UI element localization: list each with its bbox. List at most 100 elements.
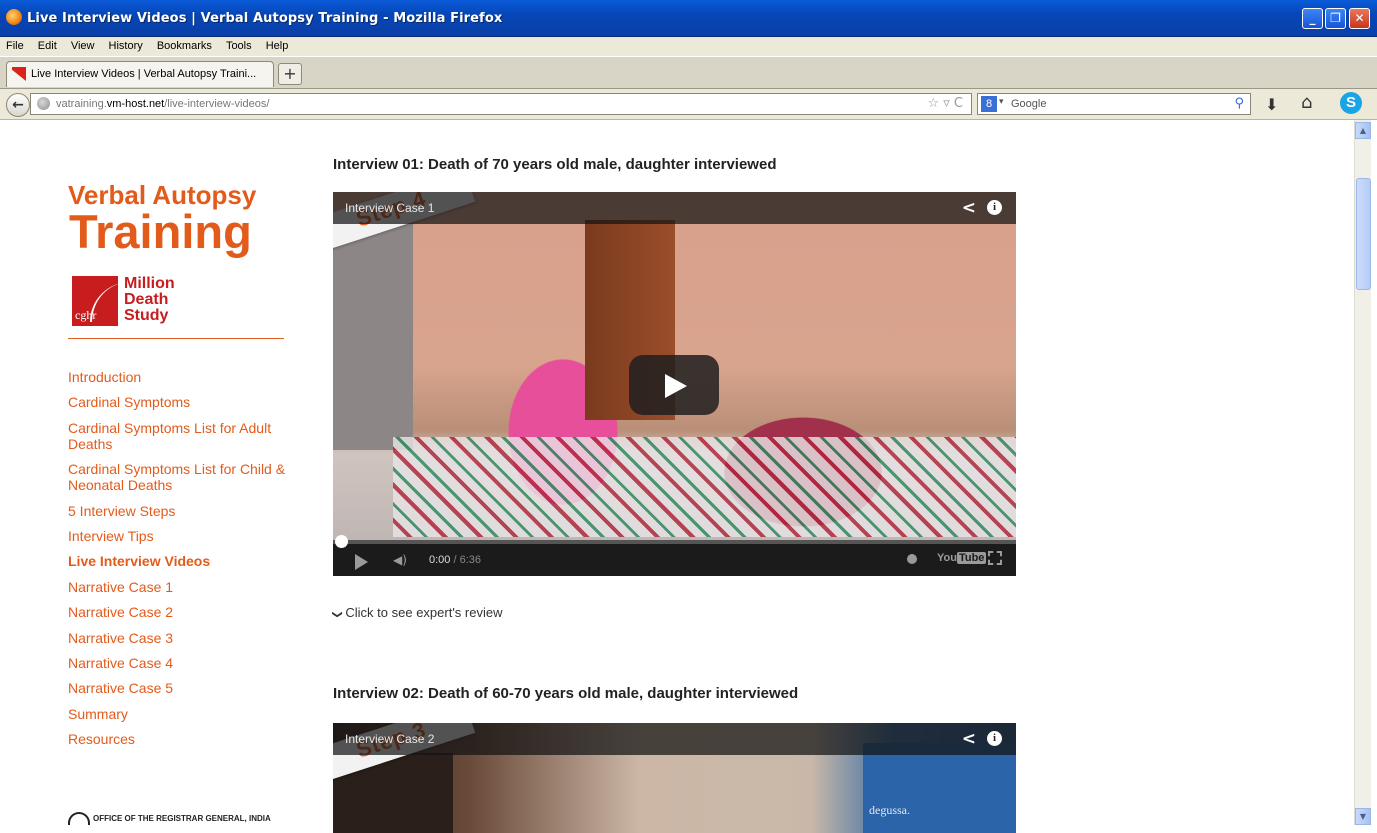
expert-review-toggle[interactable]: ❯ Click to see expert's review [331, 605, 503, 620]
chevron-down-icon: ❯ [331, 610, 343, 619]
skype-icon[interactable]: S [1340, 92, 1362, 114]
site-favicon-icon [12, 67, 26, 81]
barrel-text: degussa. [869, 803, 910, 817]
mds-line: Million [124, 275, 175, 292]
video-title[interactable]: Interview Case 2 [345, 732, 434, 746]
maximize-button[interactable]: ❐ [1325, 8, 1346, 29]
logo-divider [68, 338, 284, 339]
time-total: / 6:36 [453, 554, 482, 566]
cghr-logo: cghr [72, 276, 118, 326]
logo-title-line2[interactable]: Training [69, 208, 252, 255]
play-button[interactable] [629, 355, 719, 415]
video-player[interactable]: degussa. Step 3 Interview Case 2 < i [333, 723, 1016, 833]
scroll-thumb[interactable] [1356, 178, 1371, 290]
nav-5-interview-steps[interactable]: 5 Interview Steps [68, 503, 298, 519]
search-bar[interactable]: 8 ▾ Google ⚲ [977, 93, 1251, 115]
million-death-study-logo: Million Death Study [124, 276, 175, 324]
fullscreen-icon[interactable] [988, 551, 1002, 565]
video-scene-wall [333, 220, 413, 450]
nav-live-interview-videos[interactable]: Live Interview Videos [68, 553, 298, 569]
nav-cardinal-symptoms-adult[interactable]: Cardinal Symptoms List for Adult Deaths [68, 420, 298, 452]
mds-line: Death [124, 291, 169, 308]
nav-narrative-case-5[interactable]: Narrative Case 5 [68, 680, 298, 696]
google-plus-icon[interactable]: 8 [981, 96, 997, 112]
control-play-icon[interactable] [355, 554, 368, 570]
download-icon[interactable]: ⬇ [1265, 95, 1278, 114]
share-icon[interactable]: < [962, 729, 976, 749]
registrar-emblem-icon [68, 812, 90, 825]
video-topbar: Interview Case 2 < i [333, 723, 1016, 755]
info-icon[interactable]: i [987, 200, 1002, 215]
search-icon[interactable]: ⚲ [1234, 96, 1244, 111]
youtube-tube: Tube [956, 552, 987, 564]
nav-introduction[interactable]: Introduction [68, 369, 298, 385]
video-scene-mat [393, 437, 1016, 537]
menu-bar: File Edit View History Bookmarks Tools H… [0, 37, 1377, 56]
info-icon[interactable]: i [987, 731, 1002, 746]
bookmark-star-reload-icon[interactable]: ☆ ▿ C [927, 96, 963, 111]
video-controls: ◀) 0:00 / 6:36 You Tube [333, 535, 1016, 576]
tab-strip: Live Interview Videos | Verbal Autopsy T… [0, 57, 1377, 89]
search-input[interactable]: Google [1011, 98, 1046, 110]
menu-edit[interactable]: Edit [38, 37, 57, 56]
nav-narrative-case-2[interactable]: Narrative Case 2 [68, 604, 298, 620]
firefox-icon [6, 9, 22, 25]
interview-title: Interview 02: Death of 60-70 years old m… [333, 685, 799, 702]
youtube-logo-icon[interactable]: You Tube [937, 552, 987, 564]
menu-view[interactable]: View [71, 37, 95, 56]
video-scene-barrel [863, 743, 1016, 833]
menu-history[interactable]: History [109, 37, 143, 56]
engine-dropdown-icon[interactable]: ▾ [999, 97, 1004, 107]
address-bar[interactable]: vatraining.vm-host.net/live-interview-vi… [30, 93, 972, 115]
expert-review-label: Click to see expert's review [345, 605, 503, 620]
back-button[interactable]: ← [6, 93, 30, 117]
globe-icon [37, 97, 50, 110]
menu-file[interactable]: File [6, 37, 24, 56]
video-player[interactable]: Step 4 Interview Case 1 < i ◀) 0:00 / 6:… [333, 192, 1016, 576]
interview-title: Interview 01: Death of 70 years old male… [333, 156, 777, 173]
share-icon[interactable]: < [962, 198, 976, 218]
video-title[interactable]: Interview Case 1 [345, 201, 434, 215]
nav-interview-tips[interactable]: Interview Tips [68, 528, 298, 544]
tab-label: Live Interview Videos | Verbal Autopsy T… [31, 68, 257, 80]
tab-live-interview-videos[interactable]: Live Interview Videos | Verbal Autopsy T… [6, 61, 274, 87]
play-icon [665, 374, 687, 398]
url-text: vatraining.vm-host.net/live-interview-vi… [56, 98, 269, 110]
cghr-logo-text: cghr [75, 308, 97, 322]
menu-bookmarks[interactable]: Bookmarks [157, 37, 212, 56]
menu-help[interactable]: Help [266, 37, 289, 56]
url-domain: vm-host.net [106, 98, 165, 110]
window-titlebar: Live Interview Videos | Verbal Autopsy T… [0, 0, 1377, 37]
watch-later-icon[interactable] [907, 554, 917, 564]
nav-narrative-case-4[interactable]: Narrative Case 4 [68, 655, 298, 671]
menu-tools[interactable]: Tools [226, 37, 252, 56]
volume-icon[interactable]: ◀) [393, 553, 407, 567]
home-icon[interactable]: ⌂ [1301, 92, 1312, 113]
nav-resources[interactable]: Resources [68, 731, 298, 747]
progress-knob[interactable] [335, 535, 348, 548]
back-arrow-icon: ← [12, 97, 24, 113]
sidebar-nav: Introduction Cardinal Symptoms Cardinal … [68, 369, 298, 756]
nav-narrative-case-1[interactable]: Narrative Case 1 [68, 579, 298, 595]
time-current: 0:00 [429, 554, 451, 566]
nav-cardinal-symptoms[interactable]: Cardinal Symptoms [68, 394, 298, 410]
url-path: /live-interview-videos/ [164, 98, 270, 110]
registrar-general-logo: OFFICE OF THE REGISTRAR GENERAL, INDIA [68, 812, 271, 825]
video-topbar: Interview Case 1 < i [333, 192, 1016, 224]
video-time: 0:00 / 6:36 [429, 554, 481, 566]
registrar-logo-text: OFFICE OF THE REGISTRAR GENERAL, INDIA [93, 814, 271, 823]
nav-summary[interactable]: Summary [68, 706, 298, 722]
youtube-you: You [937, 552, 957, 564]
scroll-down-button[interactable]: ▼ [1355, 808, 1371, 825]
navigation-toolbar: ← vatraining.vm-host.net/live-interview-… [0, 89, 1377, 120]
new-tab-button[interactable]: + [278, 63, 302, 85]
vertical-scrollbar[interactable]: ▲ ▼ [1354, 120, 1371, 825]
mds-line: Study [124, 307, 169, 324]
nav-narrative-case-3[interactable]: Narrative Case 3 [68, 630, 298, 646]
nav-cardinal-symptoms-child[interactable]: Cardinal Symptoms List for Child & Neona… [68, 461, 298, 493]
window-title: Live Interview Videos | Verbal Autopsy T… [27, 11, 503, 26]
minimize-button[interactable]: _ [1302, 8, 1323, 29]
scroll-up-button[interactable]: ▲ [1355, 122, 1371, 139]
video-progress-bar[interactable] [333, 535, 1016, 548]
close-button[interactable]: ✕ [1349, 8, 1370, 29]
